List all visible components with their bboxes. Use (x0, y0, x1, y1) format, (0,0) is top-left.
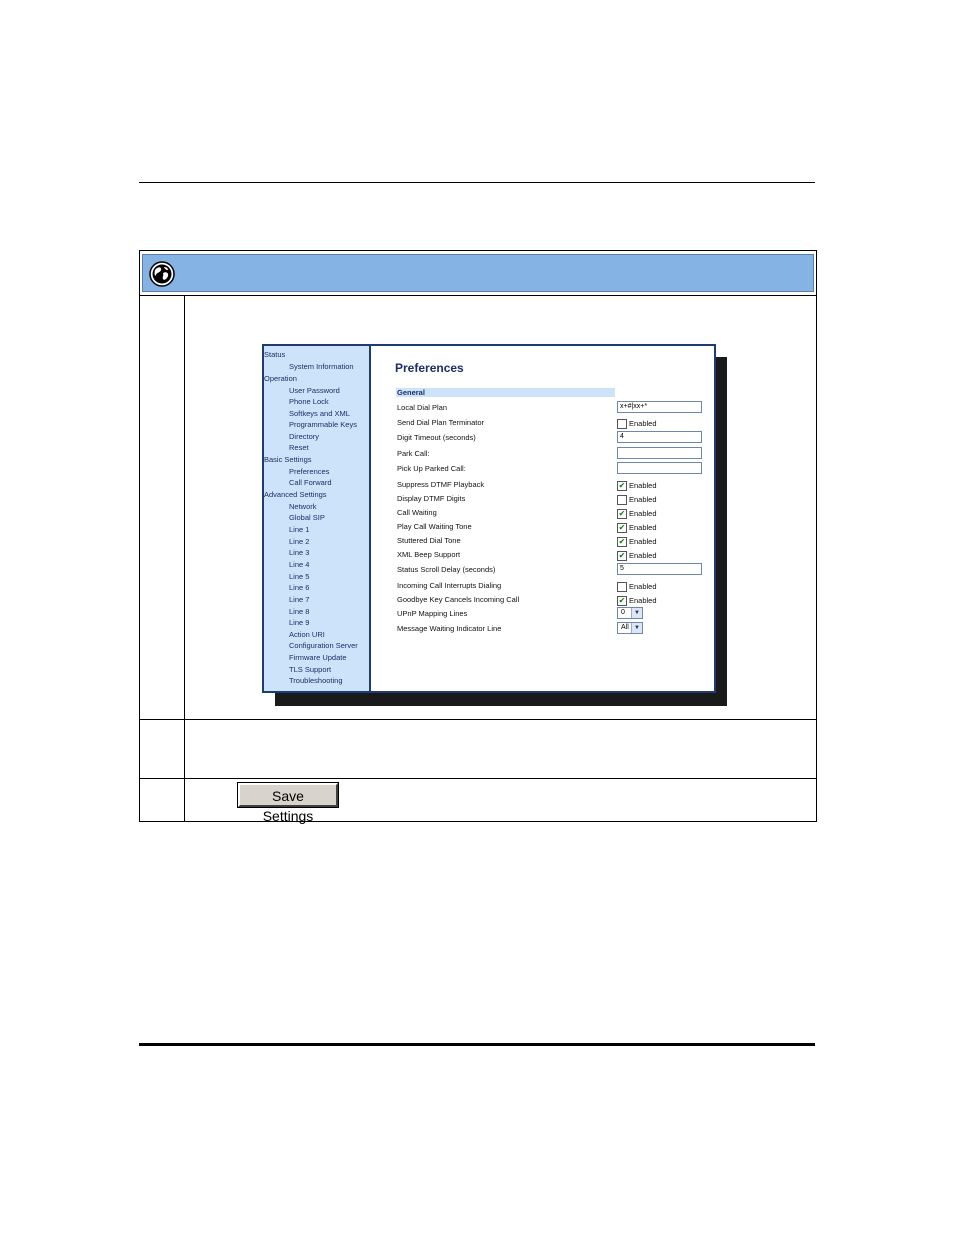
nav-link[interactable]: Programmable Keys (289, 420, 357, 429)
nav-link[interactable]: User Password (289, 386, 340, 395)
select-value: 0 (621, 609, 625, 616)
nav-link[interactable]: Preferences (289, 467, 329, 476)
row-divider (139, 778, 817, 779)
field-label: Local Dial Plan (397, 403, 448, 412)
checkmark-icon[interactable]: ✔ (617, 523, 627, 533)
field-label: Call Waiting (397, 508, 437, 517)
text-field[interactable] (617, 447, 702, 459)
bottom-rule (139, 1043, 815, 1046)
field-label: Goodbye Key Cancels Incoming Call (397, 595, 520, 604)
checkbox-label: Enabled (629, 551, 657, 560)
checkbox-label: Enabled (629, 495, 657, 504)
checkbox-label: Enabled (629, 509, 657, 518)
nav-link[interactable]: Reset (289, 443, 309, 452)
nav-link[interactable]: Line 1 (289, 525, 309, 534)
checkbox-box[interactable] (617, 419, 627, 429)
nav-link[interactable]: Line 3 (289, 548, 309, 557)
checkmark-icon[interactable]: ✔ (617, 509, 627, 519)
dropdown-select[interactable]: All ▼ (617, 622, 643, 634)
nav-sidebar: Status System Information Operation User Pa… (264, 346, 371, 691)
header-separator (139, 295, 817, 296)
nav-link[interactable]: Directory (289, 432, 319, 441)
field-label: Status Scroll Delay (seconds) (397, 565, 496, 574)
field-label: Send Dial Plan Terminator (397, 418, 484, 427)
nav-link[interactable]: Phone Lock (289, 397, 329, 406)
nav-link[interactable]: Line 9 (289, 618, 309, 627)
checkbox-label: Enabled (629, 596, 657, 605)
preferences-content: Preferences General Local Dial Plan x+#|x… (371, 346, 714, 691)
field-label: Message Waiting Indicator Line (397, 624, 502, 633)
checkbox-box[interactable] (617, 582, 627, 592)
nav-link[interactable]: Line 5 (289, 572, 309, 581)
checkbox-box[interactable] (617, 495, 627, 505)
nav-link[interactable]: Line 6 (289, 583, 309, 592)
nav-link[interactable]: TLS Support (289, 665, 331, 674)
save-settings-button[interactable]: Save Settings (237, 782, 339, 824)
nav-section-header: Operation (264, 374, 297, 383)
page-title: Preferences (395, 361, 464, 375)
checkbox-label: Enabled (629, 582, 657, 591)
field-label: Stuttered Dial Tone (397, 536, 461, 545)
text-field[interactable]: x+#|xx+* (617, 401, 702, 413)
nav-link[interactable]: Network (289, 502, 317, 511)
checkbox-label: Enabled (629, 523, 657, 532)
checkmark-icon[interactable]: ✔ (617, 537, 627, 547)
text-field[interactable]: 5 (617, 563, 702, 575)
checkbox-label: Enabled (629, 419, 657, 428)
field-label: UPnP Mapping Lines (397, 609, 468, 618)
text-field[interactable]: 4 (617, 431, 702, 443)
chevron-down-icon[interactable]: ▼ (631, 608, 642, 618)
nav-link[interactable]: Softkeys and XML (289, 409, 350, 418)
nav-link[interactable]: Line 2 (289, 537, 309, 546)
step-column-rule (184, 296, 185, 821)
nav-link[interactable]: Troubleshooting (289, 676, 343, 685)
nav-link[interactable]: Line 8 (289, 607, 309, 616)
globe-icon (149, 261, 175, 287)
nav-link[interactable]: System Information (289, 362, 354, 371)
dropdown-select[interactable]: 0 ▼ (617, 607, 643, 619)
nav-link[interactable]: Firmware Update (289, 653, 347, 662)
nav-section-header: Basic Settings (264, 455, 312, 464)
field-label: Play Call Waiting Tone (397, 522, 472, 531)
nav-link[interactable]: Line 7 (289, 595, 309, 604)
section-label: General (397, 388, 425, 397)
nav-section-header: Advanced Settings (264, 490, 327, 499)
row-divider (139, 719, 817, 720)
nav-link[interactable]: Line 4 (289, 560, 309, 569)
field-label: Suppress DTMF Playback (397, 480, 485, 489)
nav-link[interactable]: Configuration Server (289, 641, 358, 650)
field-label: Incoming Call Interrupts Dialing (397, 581, 502, 590)
section-bar (396, 388, 615, 397)
nav-section-header: Status (264, 350, 286, 359)
top-rule (139, 182, 815, 183)
field-label: Digit Timeout (seconds) (397, 433, 476, 442)
nav-link[interactable]: Global SIP (289, 513, 325, 522)
checkmark-icon[interactable]: ✔ (617, 551, 627, 561)
field-label: Park Call: (397, 449, 430, 458)
text-field[interactable] (617, 462, 702, 474)
checkbox-label: Enabled (629, 481, 657, 490)
nav-link[interactable]: Call Forward (289, 478, 332, 487)
select-value: All (621, 624, 629, 631)
table-header-bar (142, 254, 814, 292)
checkmark-icon[interactable]: ✔ (617, 481, 627, 491)
field-label: Pick Up Parked Call: (397, 464, 466, 473)
nav-link[interactable]: Action URI (289, 630, 325, 639)
field-label: Display DTMF Digits (397, 494, 466, 503)
web-ui-screenshot: Status System Information Operation User Pa… (262, 344, 716, 693)
checkmark-icon[interactable]: ✔ (617, 596, 627, 606)
field-label: XML Beep Support (397, 550, 461, 559)
checkbox-label: Enabled (629, 537, 657, 546)
chevron-down-icon[interactable]: ▼ (631, 623, 642, 633)
